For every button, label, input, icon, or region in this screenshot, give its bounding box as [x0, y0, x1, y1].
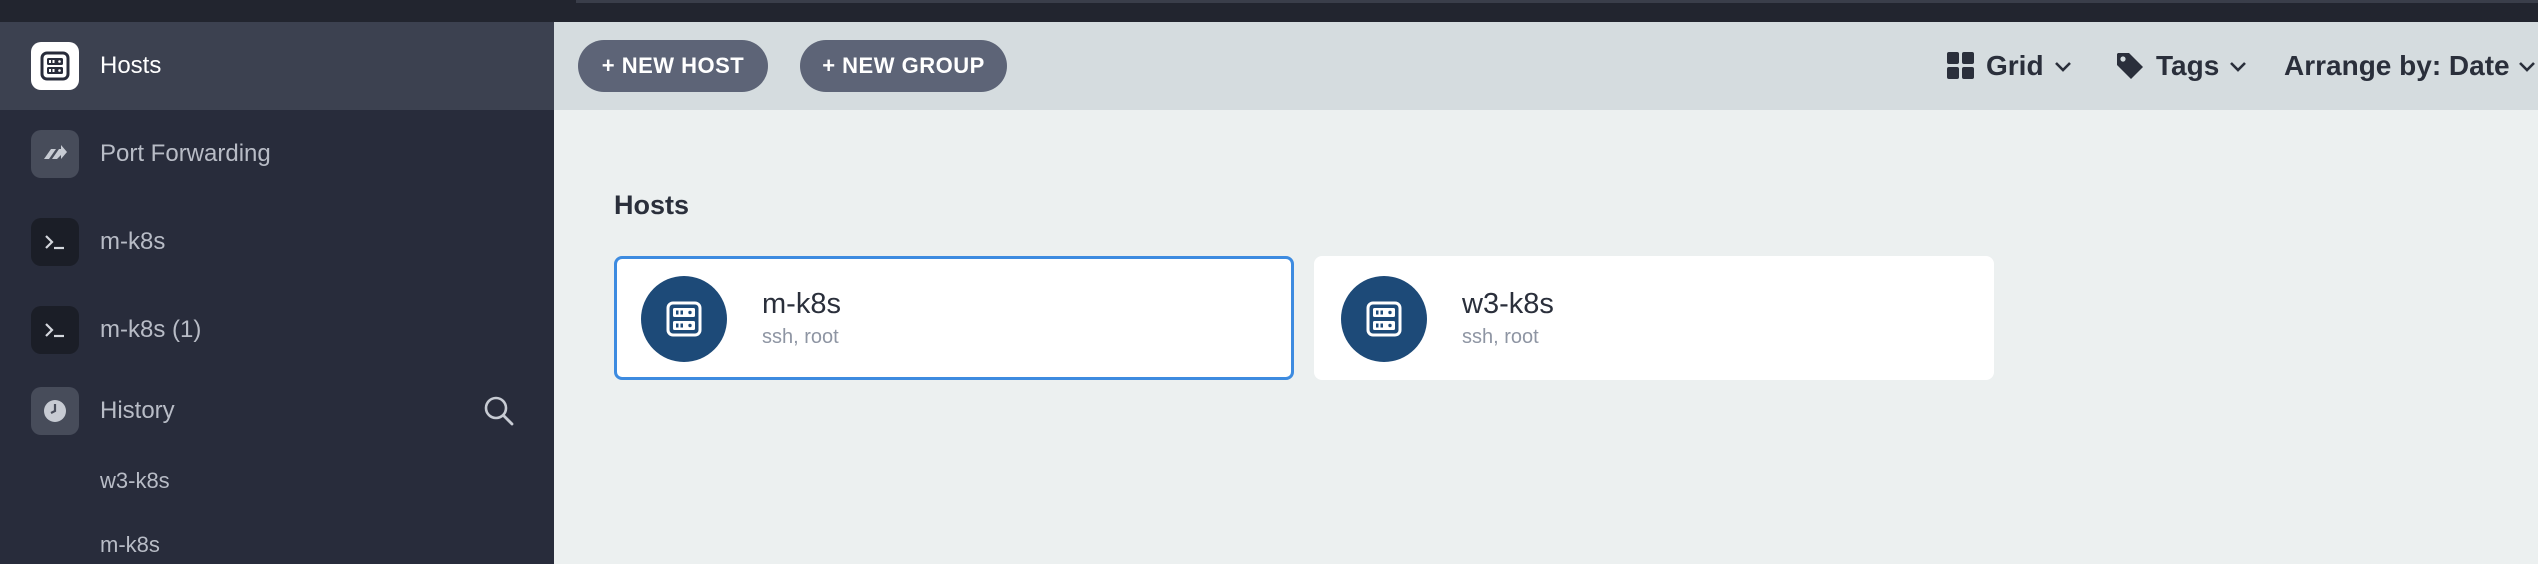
- sidebar-item-label: Hosts: [100, 52, 162, 79]
- sidebar-item-port-forwarding[interactable]: Port Forwarding: [0, 110, 554, 198]
- host-card-m-k8s[interactable]: m-k8s ssh, root: [614, 256, 1294, 380]
- window-top-strip: [554, 0, 2538, 22]
- terminal-icon: [31, 306, 79, 354]
- chevron-down-icon: [2054, 62, 2071, 72]
- grid-icon: [1947, 52, 1974, 79]
- tag-icon: [2117, 53, 2143, 79]
- server-icon: [1341, 276, 1427, 362]
- clock-icon: [31, 387, 79, 435]
- sidebar-item-label: History: [100, 397, 175, 424]
- new-host-button[interactable]: + NEW HOST: [578, 40, 768, 92]
- arrange-by-dropdown[interactable]: Arrange by: Date: [2284, 46, 2538, 86]
- sidebar: Hosts Port Forwarding m-k8s m-k8s (1) Hi…: [0, 0, 554, 564]
- host-card-w3-k8s[interactable]: w3-k8s ssh, root: [1314, 256, 1994, 380]
- sidebar-item-history[interactable]: History: [0, 368, 554, 454]
- host-name: w3-k8s: [1462, 288, 1554, 320]
- host-details: ssh, root: [762, 326, 839, 348]
- arrange-by-label: Arrange by: Date: [2284, 50, 2510, 81]
- sidebar-item-hosts[interactable]: Hosts: [0, 22, 554, 110]
- sidebar-item-label: Port Forwarding: [100, 140, 271, 167]
- host-details: ssh, root: [1462, 326, 1539, 348]
- view-mode-label: Grid: [1986, 50, 2044, 81]
- sidebar-item-label: m-k8s: [100, 228, 166, 255]
- view-mode-dropdown[interactable]: Grid: [1946, 46, 2074, 86]
- terminal-icon: [31, 218, 79, 266]
- server-icon: [31, 42, 79, 90]
- new-group-button[interactable]: + NEW GROUP: [800, 40, 1007, 92]
- tags-dropdown[interactable]: Tags: [2114, 46, 2249, 86]
- section-title: Hosts: [614, 190, 690, 220]
- server-icon: [641, 276, 727, 362]
- history-item[interactable]: w3-k8s: [100, 468, 170, 494]
- chevron-down-icon: [2518, 62, 2535, 72]
- port-forwarding-icon: [31, 130, 79, 178]
- history-search-icon[interactable]: [482, 394, 516, 428]
- tags-label: Tags: [2156, 50, 2220, 81]
- history-item[interactable]: m-k8s: [100, 532, 160, 558]
- sidebar-item-label: m-k8s (1): [100, 316, 202, 343]
- sidebar-top-strip: [0, 0, 554, 22]
- host-name: m-k8s: [762, 288, 841, 320]
- sidebar-item-m-k8s-1[interactable]: m-k8s (1): [0, 286, 554, 374]
- chevron-down-icon: [2230, 62, 2247, 72]
- sidebar-item-m-k8s[interactable]: m-k8s: [0, 198, 554, 286]
- toolbar: + NEW HOST + NEW GROUP Grid Tags Arrange…: [554, 22, 2538, 110]
